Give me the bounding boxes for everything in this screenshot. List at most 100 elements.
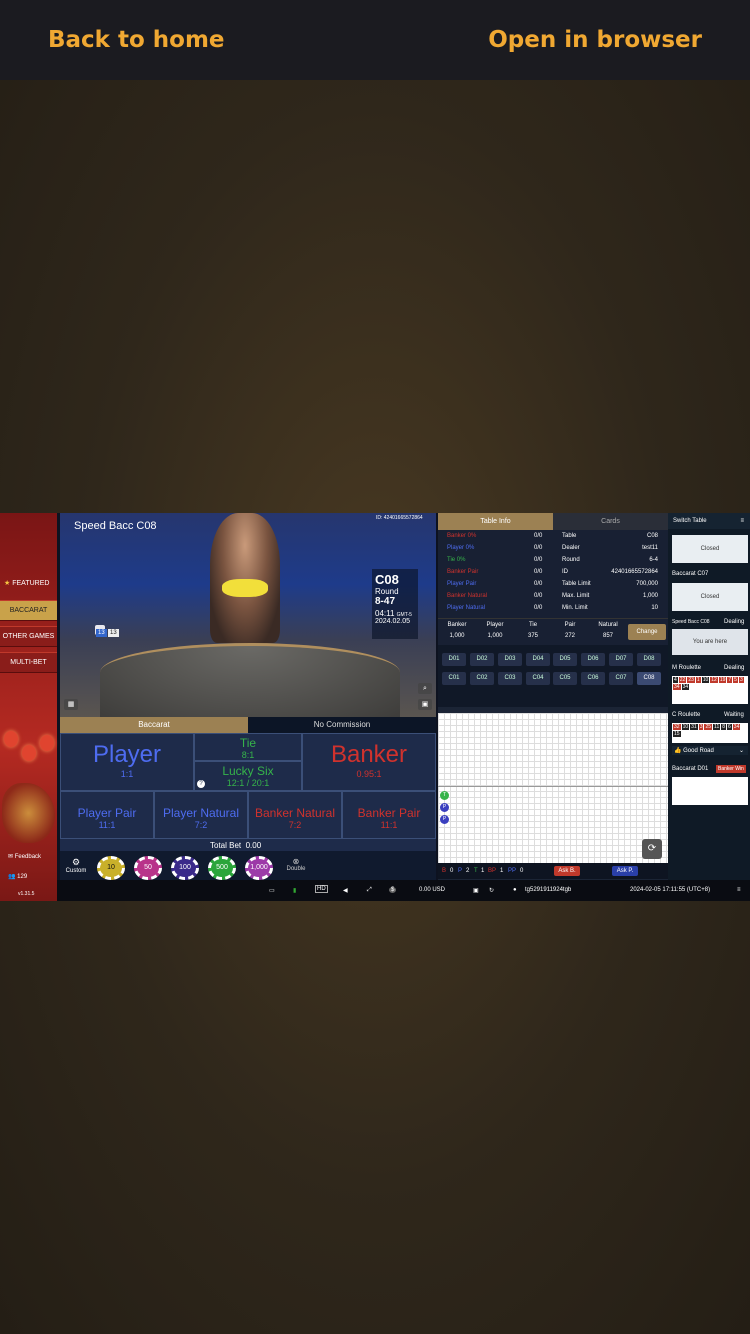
stat-value: 0/0 [534,557,543,563]
monitor-icon[interactable]: ▭ [269,887,275,894]
stat-label: Banker Pair [447,569,479,575]
table-button[interactable]: C03 [498,672,522,685]
table-button[interactable]: D05 [553,653,577,666]
roulette-number: 11 [713,724,721,730]
banker-natural-odds: 7:2 [288,820,302,830]
closed-table[interactable]: Closed [672,583,748,611]
closed-table[interactable]: Closed [672,535,748,563]
tab-no-commission[interactable]: No Commission [248,717,436,733]
chip-1000[interactable]: 1,000 [245,856,273,880]
double-bet-button[interactable]: ⊗ Double [282,857,310,872]
table-name: Baccarat C07 [672,571,709,577]
sound-icon[interactable]: ◀ [343,887,348,894]
table-button[interactable]: D03 [498,653,522,666]
sidebar-item-multi-bet[interactable]: MULTI-BET [0,652,57,673]
table-button[interactable]: D08 [637,653,661,666]
banker-natural-bet-area[interactable]: Banker Natural 7:2 [248,791,342,839]
table-button[interactable]: C05 [553,672,577,685]
camera-icon[interactable]: ▣ [418,699,432,710]
table-button[interactable]: C07 [609,672,633,685]
chevron-down-icon: ⌄ [738,748,744,754]
table-button[interactable]: C02 [470,672,494,685]
custom-chip-icon: ⚙ [71,857,81,867]
stat-label: Tie 0% [447,557,466,563]
table-button[interactable]: D02 [470,653,494,666]
status-badge: Waiting [724,712,744,718]
player-label: Player [92,741,162,768]
chip-100[interactable]: 100 [171,856,199,880]
road-divider [438,786,668,787]
fullscreen-icon[interactable]: ⤢ [367,887,372,894]
roulette-history[interactable]: 4 22 23 1 10 12 19 7 5 3 34 34 [672,676,748,704]
custom-chip-button[interactable]: ⚙ Custom [64,857,88,874]
roulette-number: 10 [681,724,690,730]
change-limit-button[interactable]: Change [628,624,666,640]
open-in-browser-link[interactable]: Open in browser [488,27,702,53]
betting-area: Baccarat No Commission Player 1:1 Tie 8:… [60,717,436,893]
tab-table-info[interactable]: Table Info [438,513,553,530]
road-map-icon[interactable]: ▦ [64,699,78,710]
menu-icon[interactable]: ≡ [737,887,741,893]
ask-banker-button[interactable]: Ask B. [554,866,580,876]
info-label: Min. Limit [562,605,588,611]
back-to-home-link[interactable]: Back to home [48,27,225,53]
stat-label: Player Natural [447,605,486,611]
player-pair-bet-area[interactable]: Player Pair 11:1 [60,791,154,839]
ask-player-button[interactable]: Ask P. [612,866,638,876]
count-value: 1 [500,868,504,874]
roulette-history[interactable]: 32 10 31 3 25 11 8 6 34 15 [672,723,748,743]
player-pair-odds: 11:1 [98,820,116,830]
table-button[interactable]: D04 [526,653,550,666]
table-button[interactable]: D06 [581,653,605,666]
table-name: M Roulette [672,665,702,671]
good-road-filter[interactable]: 👍 Good Road ⌄ [672,746,748,755]
chip-10[interactable]: 10 [97,856,125,880]
roulette-number: 3 [698,724,704,730]
banker-odds: 0.95:1 [356,769,382,779]
info-value: test11 [642,545,658,551]
menu-icon[interactable]: ≡ [740,513,744,529]
featured-item[interactable]: ★ FEATURED [4,579,49,587]
banker-pair-bet-area[interactable]: Banker Pair 11:1 [342,791,436,839]
bead-road-preview[interactable] [672,777,748,805]
lucky-six-bet-area[interactable]: Lucky Six 12:1 / 20:1 ? [194,761,302,791]
hd-badge[interactable]: HD [315,885,328,893]
round-label: Round [375,587,399,596]
live-video: 13 13 ID: 42401665572864 C08 Round 8-47 … [60,513,436,717]
sidebar-item-baccarat[interactable]: BACCARAT [0,600,57,621]
road-settings-icon[interactable]: ⟳ [642,839,662,859]
zoom-icon[interactable]: ⌕ [418,683,432,694]
signal-icon: ▮ [293,888,297,894]
card-value-right: 13 [108,629,119,637]
count-value: 0 [520,868,524,874]
cashier-icon[interactable]: ▣ [473,887,479,894]
refresh-icon[interactable]: ↻ [489,887,494,894]
table-code: C08 [375,572,399,587]
player-bet-area[interactable]: Player 1:1 [60,733,194,791]
banker-bet-area[interactable]: Banker 0.95:1 [302,733,436,791]
tab-baccarat[interactable]: Baccarat [60,717,248,733]
roulette-number: 7 [727,677,733,683]
sidebar-item-other-games[interactable]: OTHER GAMES [0,626,57,647]
tab-cards[interactable]: Cards [553,513,668,530]
user-icon: ● [513,887,517,893]
table-button[interactable]: C04 [526,672,550,685]
table-button[interactable]: C01 [442,672,466,685]
table-button[interactable]: C06 [581,672,605,685]
tie-bet-area[interactable]: Tie 8:1 [194,733,302,761]
table-button[interactable]: D01 [442,653,466,666]
player-natural-label: Player Natural [162,806,240,820]
stat-value: 0/0 [534,533,543,539]
chip-50[interactable]: 50 [134,856,162,880]
table-selector: D01 D02 D03 D04 D05 D06 D07 D08 C01 C02 … [438,645,668,707]
table-button-current[interactable]: C08 [637,672,661,685]
chip-500[interactable]: 500 [208,856,236,880]
lucky-six-label: Lucky Six [222,764,274,778]
feedback-button[interactable]: ✉ Feedback [8,853,41,860]
banker-pair-odds: 11:1 [380,820,398,830]
roulette-number: 34 [681,684,690,690]
table-button[interactable]: D07 [609,653,633,666]
help-icon[interactable]: ? [197,780,205,788]
current-table[interactable]: You are here [672,629,748,655]
player-natural-bet-area[interactable]: Player Natural 7:2 [154,791,248,839]
